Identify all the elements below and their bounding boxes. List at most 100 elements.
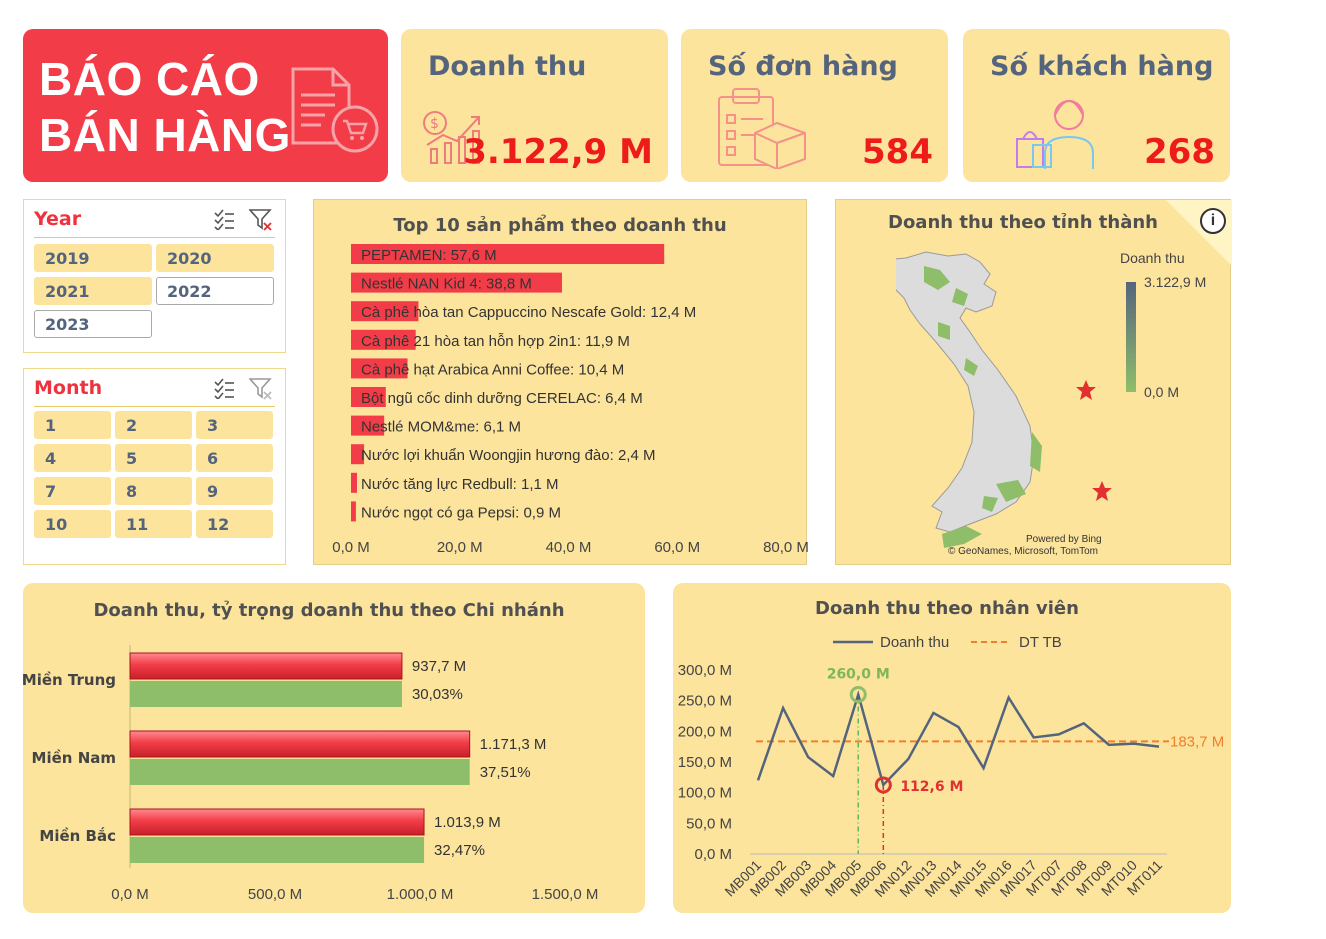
month-7-button[interactable]: 7 bbox=[34, 477, 111, 505]
year-2020-button[interactable]: 2020 bbox=[156, 244, 274, 272]
branch-share-bar[interactable] bbox=[130, 759, 470, 785]
x-tick-label: 60,0 M bbox=[654, 539, 700, 556]
map-credit-geonames: © GeoNames, Microsoft, TomTom bbox=[948, 546, 1098, 557]
month-3-button[interactable]: 3 bbox=[196, 411, 273, 439]
y-tick-label: 100,0 M bbox=[678, 785, 732, 802]
multi-select-icon[interactable] bbox=[213, 208, 235, 230]
map-legend-gradient bbox=[1126, 282, 1136, 392]
branch-chart: 937,7 M 30,03% Miền Trung 1.171,3 M 37,51% Mi… bbox=[23, 645, 599, 903]
branch-share-label: 37,51% bbox=[480, 764, 531, 781]
map-legend-max: 3.122,9 M bbox=[1144, 274, 1207, 290]
branch-share-bar[interactable] bbox=[130, 837, 425, 863]
kpi-label: Doanh thu bbox=[428, 51, 587, 82]
province-map-panel: Doanh thu theo tỉnh thành i Doanh thu 3.… bbox=[835, 199, 1232, 565]
report-title-line2: BÁN HÀNG bbox=[39, 109, 291, 161]
product-bar-label: Nước tăng lực Redbull: 1,1 M bbox=[361, 476, 559, 493]
month-11-button[interactable]: 11 bbox=[115, 510, 192, 538]
map-credit-bing: Powered by Bing bbox=[1026, 534, 1102, 545]
revenue-line[interactable] bbox=[756, 690, 1160, 788]
clear-filter-icon[interactable] bbox=[249, 377, 273, 401]
product-bar[interactable] bbox=[351, 501, 356, 522]
slicer-divider bbox=[34, 237, 275, 238]
top-products-panel: Top 10 sản phẩm theo doanh thu PEPTAMEN:… bbox=[313, 199, 808, 565]
product-bar-label: Nestlé NAN Kid 4: 38,8 M bbox=[361, 276, 532, 293]
month-4-button[interactable]: 4 bbox=[34, 444, 111, 472]
clear-filter-icon[interactable] bbox=[249, 208, 273, 232]
month-10-button[interactable]: 10 bbox=[34, 510, 111, 538]
month-5-button[interactable]: 5 bbox=[115, 444, 192, 472]
report-title-card: BÁO CÁO BÁN HÀNG bbox=[23, 29, 388, 182]
customer-shopping-icon bbox=[1016, 100, 1094, 169]
top-products-chart: PEPTAMEN: 57,6 M Nestlé NAN Kid 4: 38,8 M… bbox=[332, 244, 808, 556]
x-tick-label: 20,0 M bbox=[437, 539, 483, 556]
x-tick-label: 80,0 M bbox=[763, 539, 808, 556]
kpi-value: 268 bbox=[1144, 132, 1215, 172]
average-label: 183,7 M bbox=[1170, 733, 1224, 750]
branch-value-label: 1.013,9 M bbox=[434, 814, 501, 831]
branch-share-label: 30,03% bbox=[412, 686, 463, 703]
map-legend-title: Doanh thu bbox=[1120, 250, 1185, 266]
product-bar-label: Cà phê 21 hòa tan hỗn hợp 2in1: 11,9 M bbox=[361, 333, 630, 350]
product-bar-label: Cà phê hạt Arabica Anni Coffee: 10,4 M bbox=[361, 361, 624, 378]
employee-chart: Doanh thu DT TB 300,0 M 250,0 M 200,0 M 150,0… bbox=[678, 634, 1224, 900]
y-tick-label: 250,0 M bbox=[678, 693, 732, 710]
month-slicer: Month 1 2 3 4 5 6 7 8 9 10 11 12 bbox=[23, 368, 286, 565]
month-9-button[interactable]: 9 bbox=[196, 477, 273, 505]
month-slicer-title: Month bbox=[34, 377, 103, 399]
month-6-button[interactable]: 6 bbox=[196, 444, 273, 472]
vietnam-map[interactable] bbox=[896, 248, 1056, 558]
order-clipboard-icon bbox=[718, 88, 806, 169]
kpi-card-revenue: Doanh thu $ 3.122,9 M bbox=[401, 29, 668, 182]
product-bar-label: Cà phê hòa tan Cappuccino Nescafe Gold: … bbox=[361, 304, 696, 321]
branch-share-bar[interactable] bbox=[130, 681, 402, 707]
product-bar-label: Nước lợi khuẩn Woongjin hương đào: 2,4 M bbox=[361, 447, 655, 464]
y-tick-label: 0,0 M bbox=[694, 846, 732, 863]
year-2021-button[interactable]: 2021 bbox=[34, 277, 152, 305]
kpi-label: Số đơn hàng bbox=[708, 51, 898, 82]
month-8-button[interactable]: 8 bbox=[115, 477, 192, 505]
year-slicer-title: Year bbox=[34, 208, 82, 230]
map-legend-min: 0,0 M bbox=[1144, 384, 1180, 400]
branch-share-label: 32,47% bbox=[434, 842, 485, 859]
product-bar[interactable] bbox=[351, 472, 357, 493]
legend-line-label: Doanh thu bbox=[880, 634, 949, 651]
x-tick-label: 0,0 M bbox=[111, 886, 149, 903]
kpi-label: Số khách hàng bbox=[990, 51, 1214, 82]
report-title: BÁO CÁO BÁN HÀNG bbox=[39, 51, 291, 163]
y-tick-label: 200,0 M bbox=[678, 723, 732, 740]
report-title-line1: BÁO CÁO bbox=[39, 53, 260, 105]
month-1-button[interactable]: 1 bbox=[34, 411, 111, 439]
product-bar-label: Nước ngọt có ga Pepsi: 0,9 M bbox=[361, 504, 561, 521]
multi-select-icon[interactable] bbox=[213, 377, 235, 399]
year-slicer: Year 2019 2020 2021 2022 2023 bbox=[23, 199, 286, 353]
month-2-button[interactable]: 2 bbox=[115, 411, 192, 439]
branch-revenue-bar[interactable] bbox=[129, 808, 425, 836]
legend-avg-label: DT TB bbox=[1019, 634, 1062, 651]
year-2023-button[interactable]: 2023 bbox=[34, 310, 152, 338]
kpi-value: 584 bbox=[862, 132, 933, 172]
svg-text:$: $ bbox=[430, 116, 439, 132]
branch-revenue-bar[interactable] bbox=[129, 652, 403, 680]
kpi-card-orders: Số đơn hàng 584 bbox=[681, 29, 948, 182]
x-tick-label: 1.500,0 M bbox=[532, 886, 599, 903]
island-star-icon bbox=[1076, 380, 1096, 400]
product-bar-label: Nestlé MOM&me: 6,1 M bbox=[361, 419, 521, 436]
map-title: Doanh thu theo tỉnh thành bbox=[888, 212, 1158, 233]
branch-category-label: Miền Trung bbox=[23, 670, 116, 689]
x-tick-label: 0,0 M bbox=[332, 539, 370, 556]
product-bar-label: Bột ngũ cốc dinh dưỡng CERELAC: 6,4 M bbox=[361, 390, 643, 407]
x-tick-label: 40,0 M bbox=[546, 539, 592, 556]
kpi-value: 3.122,9 M bbox=[463, 132, 653, 172]
info-icon[interactable]: i bbox=[1200, 208, 1226, 234]
y-tick-label: 150,0 M bbox=[678, 754, 732, 771]
branch-category-label: Miền Bắc bbox=[39, 826, 116, 845]
slicer-divider bbox=[34, 406, 275, 407]
branch-category-label: Miền Nam bbox=[32, 748, 116, 767]
year-2022-button[interactable]: 2022 bbox=[156, 277, 274, 305]
branch-panel: Doanh thu, tỷ trọng doanh thu theo Chi n… bbox=[23, 583, 645, 913]
month-12-button[interactable]: 12 bbox=[196, 510, 273, 538]
y-tick-label: 300,0 M bbox=[678, 662, 732, 679]
document-cart-icon bbox=[291, 67, 379, 153]
branch-revenue-bar[interactable] bbox=[129, 730, 471, 758]
year-2019-button[interactable]: 2019 bbox=[34, 244, 152, 272]
